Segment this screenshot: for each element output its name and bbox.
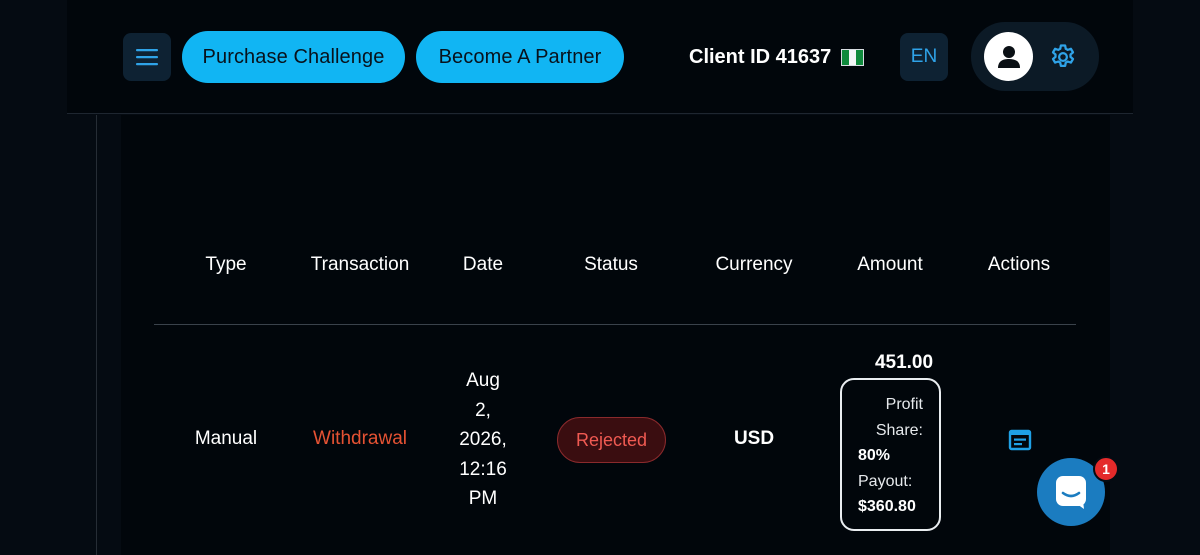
column-header-type: Type bbox=[205, 254, 247, 275]
column-header-currency: Currency bbox=[715, 254, 793, 275]
row-type: Manual bbox=[194, 428, 258, 449]
row-date: Aug 2, 2026, 12:16 PM bbox=[448, 366, 518, 514]
gear-icon bbox=[1051, 44, 1075, 67]
date-meridiem: PM bbox=[468, 488, 498, 509]
column-header-transaction: Transaction bbox=[310, 254, 410, 275]
become-partner-button[interactable]: Become A Partner bbox=[416, 31, 624, 83]
receipt-details-icon bbox=[1008, 429, 1032, 451]
payout-label: Payout: bbox=[858, 472, 913, 490]
date-day: 2, bbox=[475, 399, 491, 421]
date-year: 2026, bbox=[459, 429, 507, 450]
share-value: 80% bbox=[858, 447, 891, 464]
status-badge: Rejected bbox=[557, 417, 666, 463]
settings-button[interactable] bbox=[1047, 41, 1079, 73]
chat-bubble-icon bbox=[1056, 476, 1086, 509]
transactions-panel bbox=[121, 115, 1110, 555]
left-divider bbox=[96, 115, 97, 555]
chat-unread-badge: 1 bbox=[1093, 456, 1119, 482]
menu-button[interactable] bbox=[123, 33, 171, 81]
share-label: Share: bbox=[875, 421, 923, 439]
user-avatar-icon bbox=[997, 45, 1020, 68]
avatar-button[interactable] bbox=[984, 32, 1033, 81]
language-button[interactable]: EN bbox=[900, 33, 948, 81]
hamburger-menu-icon bbox=[136, 49, 158, 66]
client-id-display: Client ID 41637 bbox=[689, 44, 865, 70]
row-transaction: Withdrawal bbox=[313, 428, 407, 449]
payout-value: $360.80 bbox=[858, 498, 916, 515]
page: Purchase Challenge Become A Partner Clie… bbox=[0, 0, 1200, 555]
client-id-text: Client ID 41637 bbox=[689, 45, 832, 68]
table-header-divider bbox=[154, 324, 1076, 325]
column-header-status: Status bbox=[584, 254, 638, 275]
purchase-challenge-button[interactable]: Purchase Challenge bbox=[182, 31, 405, 83]
column-header-actions: Actions bbox=[987, 254, 1051, 275]
top-header: Purchase Challenge Become A Partner Clie… bbox=[67, 0, 1133, 114]
date-time: 12:16 bbox=[459, 458, 507, 480]
row-amount: 451.00 bbox=[874, 352, 934, 373]
column-header-date: Date bbox=[462, 254, 504, 275]
user-panel bbox=[971, 22, 1099, 91]
view-details-button[interactable] bbox=[1007, 427, 1033, 453]
profit-label: Profit bbox=[885, 396, 923, 413]
date-month: Aug bbox=[466, 370, 500, 391]
row-currency: USD bbox=[733, 428, 775, 449]
amount-details-box: Profit Share: 80% Payout: $360.80 bbox=[840, 378, 941, 531]
nigeria-flag-icon bbox=[841, 48, 865, 66]
column-header-amount: Amount bbox=[857, 254, 923, 275]
